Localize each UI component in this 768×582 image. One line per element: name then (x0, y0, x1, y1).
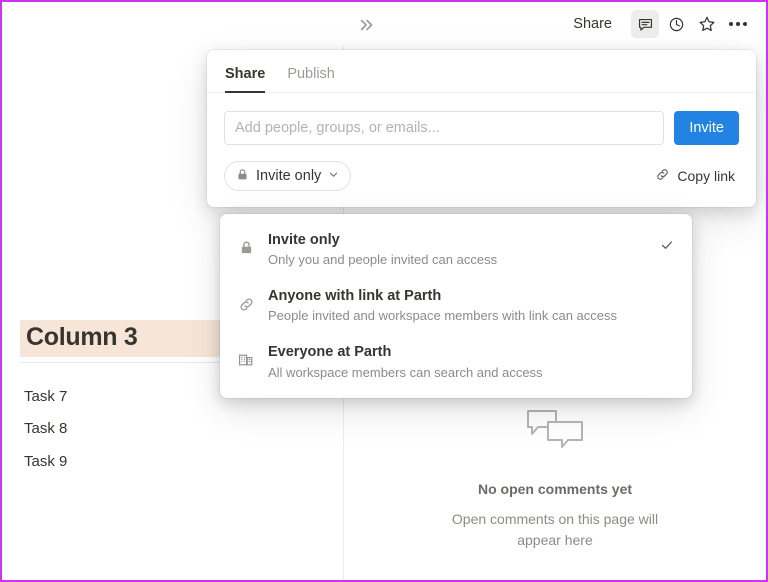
invite-row: Invite (207, 93, 756, 161)
menu-item-title: Invite only (268, 232, 340, 248)
menu-item-text: Everyone at Parth All workspace members … (268, 342, 646, 382)
double-chevron-right-icon[interactable] (354, 13, 380, 37)
comments-empty-subtitle: Open comments on this page will appear h… (451, 511, 659, 548)
menu-item-everyone-at-workspace[interactable]: Everyone at Parth All workspace members … (220, 334, 692, 390)
tab-publish[interactable]: Publish (287, 66, 335, 92)
access-row: Invite only Copy link (207, 161, 756, 207)
tab-share[interactable]: Share (225, 66, 266, 93)
menu-item-description: Only you and people invited can access (268, 252, 498, 268)
access-level-label: Invite only (256, 168, 322, 184)
menu-item-text: Anyone with link at Parth People invited… (268, 286, 646, 326)
comment-icon[interactable] (631, 10, 659, 38)
more-horizontal-icon[interactable] (724, 10, 752, 38)
share-tabs: Share Publish (207, 50, 756, 93)
clock-icon[interactable] (662, 10, 690, 38)
access-level-menu: Invite only Only you and people invited … (220, 214, 692, 399)
invite-people-input[interactable] (224, 111, 665, 145)
copy-link-button[interactable]: Copy link (651, 163, 739, 189)
menu-item-invite-only[interactable]: Invite only Only you and people invited … (220, 222, 692, 278)
comments-empty-title: No open comments yet (477, 481, 633, 497)
menu-item-title: Anyone with link at Parth (268, 288, 442, 305)
menu-item-anyone-with-link[interactable]: Anyone with link at Parth People invited… (220, 278, 692, 334)
share-button[interactable]: Share (569, 13, 616, 35)
page-toolbar: Share (2, 2, 766, 46)
invite-button[interactable]: Invite (674, 111, 739, 145)
building-icon (236, 342, 256, 368)
menu-item-description: All workspace members can search and acc… (268, 364, 543, 380)
list-item[interactable]: Task 8 (24, 413, 314, 445)
menu-item-title: Everyone at Parth (268, 344, 392, 361)
app-window: Share Column 3 Task 7 Task 8 Task 9 No o… (0, 0, 768, 582)
check-icon (658, 230, 676, 252)
list-item[interactable]: Task 9 (24, 446, 314, 478)
chevron-down-icon (328, 168, 339, 184)
menu-item-description: People invited and workspace members wit… (268, 308, 618, 324)
access-level-selector[interactable]: Invite only (224, 161, 352, 191)
link-icon (655, 167, 670, 185)
speech-bubbles-icon (524, 408, 586, 463)
link-icon (236, 286, 256, 313)
lock-icon (236, 230, 256, 255)
share-popover: Share Publish Invite Invite only (207, 50, 756, 207)
lock-icon (236, 168, 249, 185)
menu-item-text: Invite only Only you and people invited … (268, 230, 646, 270)
star-icon[interactable] (693, 10, 721, 38)
copy-link-label: Copy link (677, 168, 735, 184)
